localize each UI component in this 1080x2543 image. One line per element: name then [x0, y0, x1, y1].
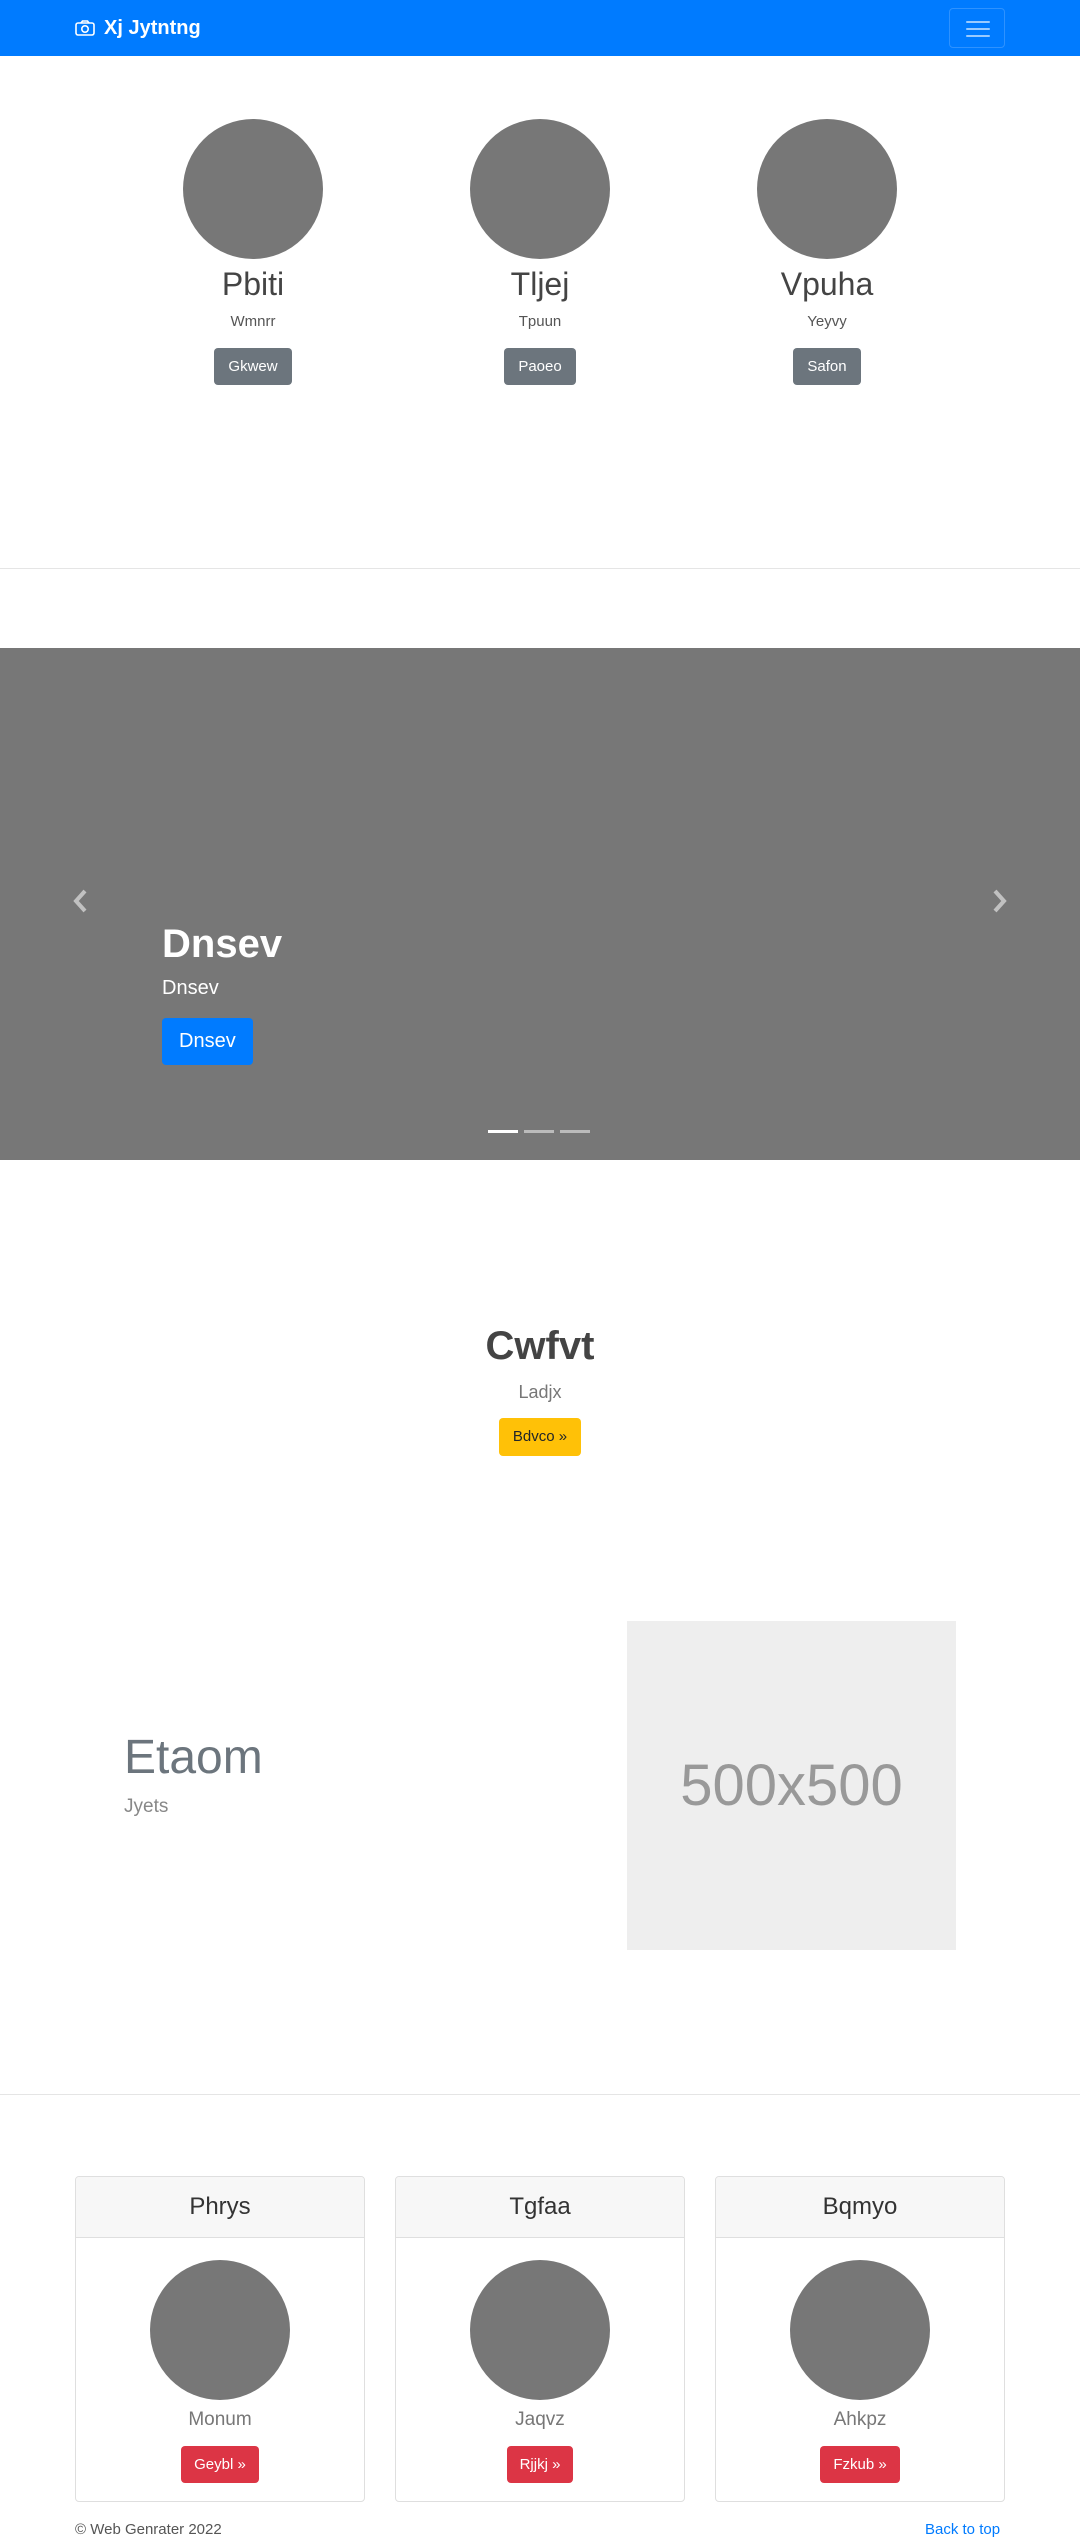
card: Tgfaa Jaqvz Rjjkj » — [395, 2176, 685, 2502]
profile-subtitle: Yeyvy — [807, 313, 847, 330]
card: Phrys Monum Geybl » — [75, 2176, 365, 2502]
camera-icon — [75, 20, 95, 36]
card-button[interactable]: Rjjkj » — [506, 2446, 574, 2483]
avatar — [183, 119, 323, 259]
profile-button[interactable]: Gkwew — [214, 348, 292, 385]
profile-button[interactable]: Paoeo — [504, 348, 576, 385]
profile-name: Tljej — [510, 266, 570, 302]
carousel-indicator[interactable] — [488, 1130, 518, 1133]
navbar-toggler-button[interactable] — [949, 8, 1005, 48]
profile-subtitle: Wmnrr — [230, 313, 276, 330]
footer-copyright: © Web Genrater 2022 — [75, 2521, 222, 2538]
avatar — [790, 2260, 930, 2400]
navbar-brand[interactable]: Xj Jytntng — [75, 14, 201, 42]
carousel-indicator[interactable] — [560, 1130, 590, 1133]
section-divider — [0, 2094, 1080, 2095]
cta-button[interactable]: Bdvco » — [498, 1418, 582, 1456]
profile-card: Pbiti Wmnrr Gkwew — [123, 119, 383, 385]
profile-subtitle: Tpuun — [518, 313, 562, 330]
carousel-title: Dnsev — [162, 922, 283, 966]
navbar: Xj Jytntng — [0, 0, 1080, 56]
card-text: Monum — [188, 2409, 252, 2430]
profile-name: Pbiti — [221, 266, 285, 302]
cta-section: Cwfvt Ladjx Bdvco » — [0, 1322, 1080, 1456]
carousel-subtitle: Dnsev — [162, 977, 219, 999]
card-header: Bqmyo — [716, 2177, 1004, 2238]
card-text: Ahkpz — [833, 2409, 887, 2430]
profile-name: Vpuha — [780, 266, 874, 302]
profile-card: Tljej Tpuun Paoeo — [410, 119, 670, 385]
cta-subtitle: Ladjx — [518, 1382, 562, 1402]
avatar — [470, 119, 610, 259]
carousel-indicators — [488, 1130, 596, 1133]
carousel-indicator[interactable] — [524, 1130, 554, 1133]
carousel-button[interactable]: Dnsev — [162, 1018, 253, 1065]
profile-button[interactable]: Safon — [793, 348, 861, 385]
cta-title: Cwfvt — [485, 1324, 595, 1368]
placeholder-text: 500x500 — [680, 1753, 903, 1818]
avatar — [757, 119, 897, 259]
carousel: Dnsev Dnsev Dnsev — [0, 648, 1080, 1160]
brand-text: Xj Jytntng — [104, 16, 201, 39]
avatar — [150, 2260, 290, 2400]
avatar — [470, 2260, 610, 2400]
carousel-caption: Dnsev Dnsev Dnsev — [162, 920, 282, 1065]
card-header: Tgfaa — [396, 2177, 684, 2238]
profile-card: Vpuha Yeyvy Safon — [697, 119, 957, 385]
card-button[interactable]: Geybl » — [181, 2446, 259, 2483]
card: Bqmyo Ahkpz Fzkub » — [715, 2176, 1005, 2502]
chevron-right-icon[interactable] — [989, 888, 1009, 914]
section-divider — [0, 568, 1080, 569]
back-to-top-link[interactable]: Back to top — [925, 2520, 1000, 2540]
card-header: Phrys — [76, 2177, 364, 2238]
chevron-left-icon[interactable] — [71, 888, 91, 914]
feature-subtitle: Jyets — [124, 1796, 169, 1817]
feature-title: Etaom — [124, 1731, 263, 1784]
card-button[interactable]: Fzkub » — [820, 2446, 900, 2483]
card-text: Jaqvz — [515, 2409, 565, 2430]
feature-image-placeholder: 500x500 — [627, 1621, 956, 1950]
